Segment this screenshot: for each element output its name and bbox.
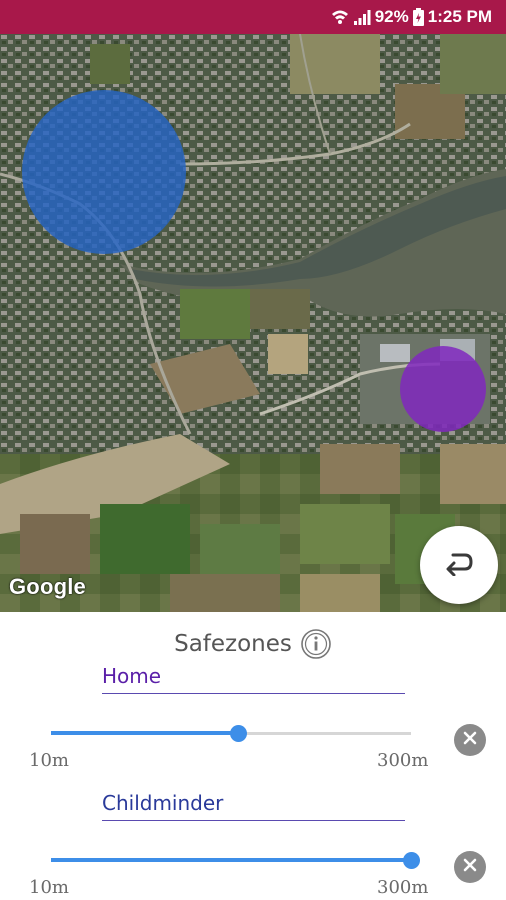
status-bar: 92% 1:25 PM (0, 0, 506, 34)
slider-thumb[interactable] (403, 852, 420, 869)
range-min-label: 10m (29, 877, 69, 898)
childminder-safezone-circle[interactable] (400, 346, 486, 432)
clock: 1:25 PM (427, 7, 492, 26)
home-safezone-circle[interactable] (22, 90, 186, 254)
slider-fill (51, 858, 411, 862)
battery-percent: 92% (374, 7, 409, 26)
info-icon[interactable] (300, 628, 332, 660)
map-view[interactable]: Google (0, 34, 506, 612)
undo-button[interactable] (420, 526, 498, 604)
close-icon (463, 858, 477, 877)
remove-zone-home-button[interactable] (454, 724, 486, 756)
safezones-panel: Safezones Home 10m 300m Childminder 10m … (0, 612, 506, 900)
google-attribution: Google (9, 574, 86, 599)
range-max-label: 300m (377, 750, 429, 771)
battery-icon (412, 8, 424, 26)
signal-icon (353, 9, 371, 25)
wifi-icon (331, 9, 349, 25)
slider-fill (51, 731, 239, 735)
remove-zone-childminder-button[interactable] (454, 851, 486, 883)
zone-name-home[interactable]: Home (102, 662, 405, 694)
radius-slider-home[interactable] (51, 723, 411, 743)
zone-name-childminder[interactable]: Childminder (102, 789, 405, 821)
radius-slider-childminder[interactable] (51, 850, 420, 870)
close-icon (463, 731, 477, 750)
range-max-label: 300m (377, 877, 429, 898)
slider-thumb[interactable] (230, 725, 248, 742)
undo-icon (444, 550, 474, 581)
panel-title: Safezones (174, 631, 292, 657)
panel-header: Safezones (0, 626, 506, 662)
range-min-label: 10m (29, 750, 69, 771)
